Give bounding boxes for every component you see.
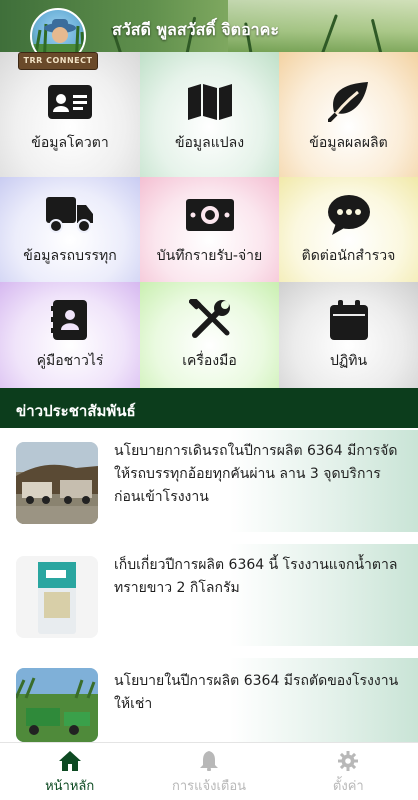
news-item[interactable]: นโยบายในปีการผลิต 6364 มีรถตัดของโรงงานใ… [0, 658, 418, 742]
menu-label: ข้อมูลรถบรรทุก [23, 248, 117, 264]
menu-plot[interactable]: ข้อมูลแปลง [140, 52, 279, 177]
money-bill-icon [185, 195, 234, 235]
nav-label: ตั้งค่า [332, 779, 364, 794]
nav-label: การแจ้งเตือน [171, 779, 247, 794]
bottom-navigation: หน้าหลัก การแจ้งเตือน ตั้งค่า [0, 742, 418, 800]
news-headline: เก็บเกี่ยวปีการผลิต 6364 นี้ โรงงานแจกน้… [114, 557, 398, 596]
bell-icon [199, 751, 218, 771]
sugar-bag-photo [16, 556, 98, 638]
news-item[interactable]: เก็บเกี่ยวปีการผลิต 6364 นี้ โรงงานแจกน้… [0, 544, 418, 646]
menu-label: ข้อมูลแปลง [174, 135, 245, 151]
news-headline: นโยบายในปีการผลิต 6364 มีรถตัดของโรงงานใ… [114, 673, 399, 712]
menu-truck[interactable]: ข้อมูลรถบรรทุก [0, 177, 140, 282]
news-thumbnail [16, 556, 98, 638]
tools-icon [188, 299, 231, 340]
app-logo: TRR CONNECT [18, 8, 98, 74]
gear-icon [338, 751, 359, 771]
menu-tools[interactable]: เครื่องมือ [140, 282, 279, 388]
news-headline: นโยบายการเดินรถในปีการผลิต 6364 มีการจัด… [114, 443, 398, 505]
menu-label: ข้อมูลโควตา [31, 135, 109, 151]
nav-notifications[interactable]: การแจ้งเตือน [139, 743, 278, 800]
nav-settings[interactable]: ตั้งค่า [279, 743, 418, 800]
address-book-icon [51, 300, 89, 340]
menu-label: คู่มือชาวไร่ [36, 353, 104, 369]
news-thumbnail [16, 668, 98, 742]
leaf-icon [327, 82, 370, 122]
chat-icon [327, 195, 370, 235]
id-card-icon [48, 82, 92, 122]
menu-farmer-guide[interactable]: คู่มือชาวไร่ [0, 282, 140, 388]
home-icon [58, 751, 81, 771]
logo-ribbon: TRR CONNECT [18, 52, 98, 70]
nav-label: หน้าหลัก [45, 779, 95, 794]
calendar-icon [329, 300, 368, 340]
menu-calendar[interactable]: ปฏิทิน [279, 282, 418, 388]
map-icon [187, 82, 232, 122]
news-thumbnail [16, 442, 98, 524]
menu-label: ปฏิทิน [329, 353, 368, 369]
menu-grid: ข้อมูลโควตา ข้อมูลแปลง ข้อมูลผลผลิต ข้อม… [0, 52, 418, 388]
menu-label: ติดต่อนักสำรวจ [301, 248, 396, 264]
news-item[interactable]: นโยบายการเดินรถในปีการผลิต 6364 มีการจัด… [0, 430, 418, 532]
menu-contact[interactable]: ติดต่อนักสำรวจ [279, 177, 418, 282]
harvester-photo [16, 668, 98, 742]
menu-label: ข้อมูลผลผลิต [309, 135, 388, 151]
greeting-text: สวัสดี พูลสวัสดิ์ จิตอาคะ [112, 20, 279, 39]
truck-icon [46, 195, 94, 235]
news-section-title: ข่าวประชาสัมพันธ์ [16, 402, 136, 420]
menu-income-expense[interactable]: บันทึกรายรับ-จ่าย [140, 177, 279, 282]
news-section-header: ข่าวประชาสัมพันธ์ [0, 388, 418, 428]
sugarcane-trucks-photo [16, 442, 98, 524]
menu-label: เครื่องมือ [182, 353, 237, 369]
nav-home[interactable]: หน้าหลัก [0, 743, 139, 800]
menu-label: บันทึกรายรับ-จ่าย [156, 248, 263, 264]
menu-yield[interactable]: ข้อมูลผลผลิต [279, 52, 418, 177]
